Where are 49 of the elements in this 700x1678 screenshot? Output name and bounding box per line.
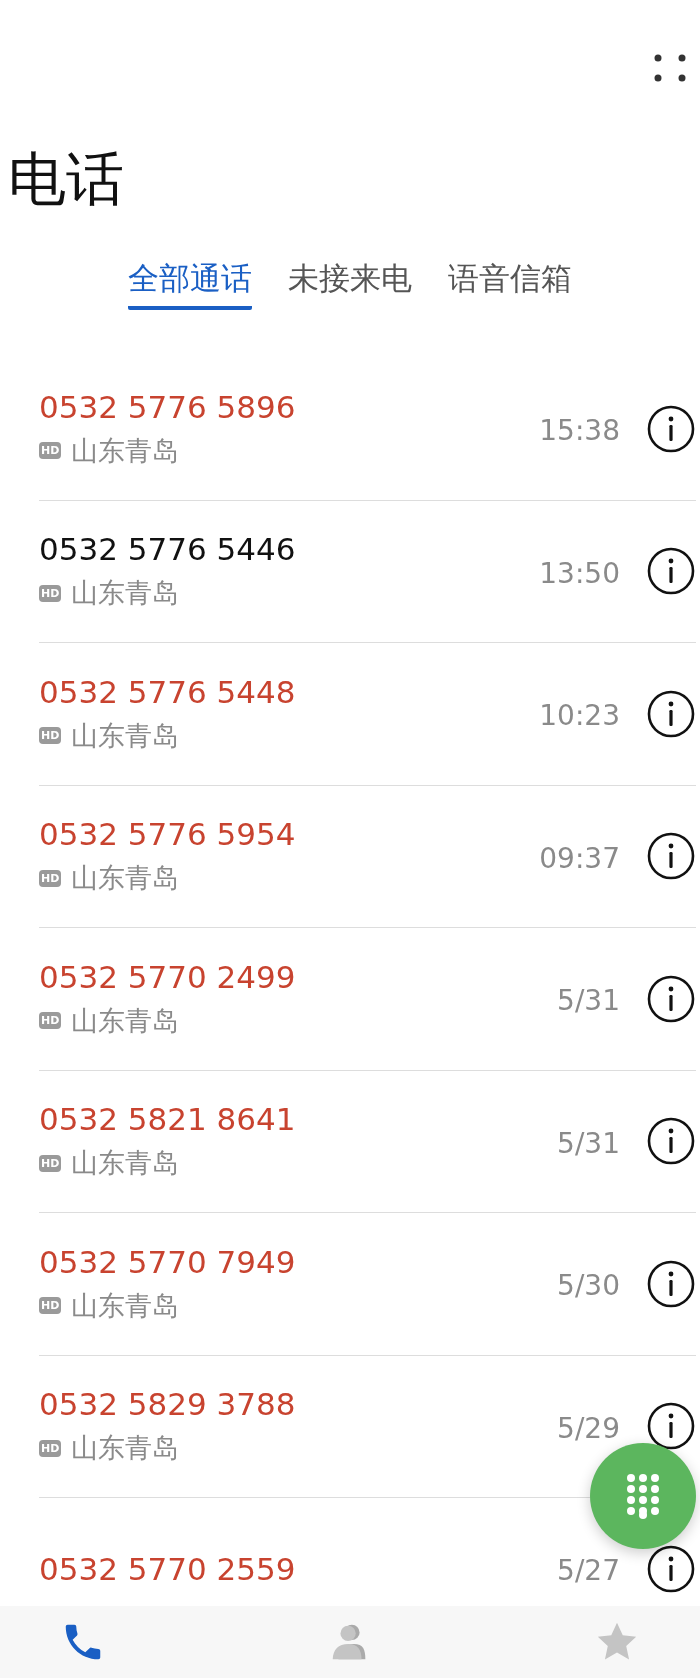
call-location: 山东青岛 <box>71 1146 180 1181</box>
phone-number: 0532 5770 2559 <box>39 1550 297 1587</box>
info-icon[interactable] <box>646 1401 696 1452</box>
call-location: 山东青岛 <box>71 718 180 753</box>
hd-badge: HD <box>39 1154 62 1172</box>
hd-badge: HD <box>39 1439 62 1457</box>
hd-badge: HD <box>39 584 62 602</box>
call-location: 山东青岛 <box>71 1003 180 1038</box>
call-location: 山东青岛 <box>71 433 180 468</box>
hd-badge: HD <box>39 1297 62 1315</box>
dialpad-icon <box>625 1473 661 1519</box>
call-time: 13:50 <box>539 556 620 590</box>
info-icon[interactable] <box>646 546 696 597</box>
info-icon[interactable] <box>646 1543 696 1594</box>
hd-badge: HD <box>39 1012 62 1030</box>
info-icon[interactable] <box>646 831 696 882</box>
info-icon[interactable] <box>646 1116 696 1167</box>
phone-number: 0532 5829 3788 <box>39 1386 297 1423</box>
tab[interactable]: 未接来电 <box>288 252 412 310</box>
call-time: 5/29 <box>557 1411 620 1445</box>
call-time: 09:37 <box>539 841 620 875</box>
info-icon[interactable] <box>646 973 696 1024</box>
hd-badge: HD <box>39 727 62 745</box>
call-time: 5/31 <box>557 1126 620 1160</box>
hd-badge: HD <box>39 869 62 887</box>
more-icon[interactable] <box>652 52 688 84</box>
phone-number: 0532 5776 5446 <box>39 531 297 568</box>
call-time: 5/30 <box>557 1269 620 1303</box>
call-time: 5/27 <box>557 1554 620 1588</box>
call-location: 山东青岛 <box>71 1288 180 1323</box>
phone-number: 0532 5770 7949 <box>39 1243 297 1280</box>
phone-number: 0532 5770 2499 <box>39 958 297 995</box>
call-time: 5/31 <box>557 984 620 1018</box>
info-icon[interactable] <box>646 403 696 454</box>
call-location: 山东青岛 <box>71 576 180 611</box>
phone-number: 0532 5776 5896 <box>39 388 297 425</box>
hd-badge: HD <box>39 442 62 460</box>
phone-number: 0532 5776 5448 <box>39 673 297 710</box>
call-time: 10:23 <box>539 699 620 733</box>
phone-number: 0532 5821 8641 <box>39 1101 297 1138</box>
info-icon[interactable] <box>646 688 696 739</box>
info-icon[interactable] <box>646 1258 696 1309</box>
call-location: 山东青岛 <box>71 1431 180 1466</box>
phone-number: 0532 5776 5954 <box>39 816 297 853</box>
page-title: 电话 <box>8 150 125 215</box>
call-location: 山东青岛 <box>71 861 180 896</box>
call-time: 15:38 <box>539 414 620 448</box>
tab[interactable]: 语音信箱 <box>448 252 572 310</box>
tab[interactable]: 全部通话 <box>128 252 252 310</box>
